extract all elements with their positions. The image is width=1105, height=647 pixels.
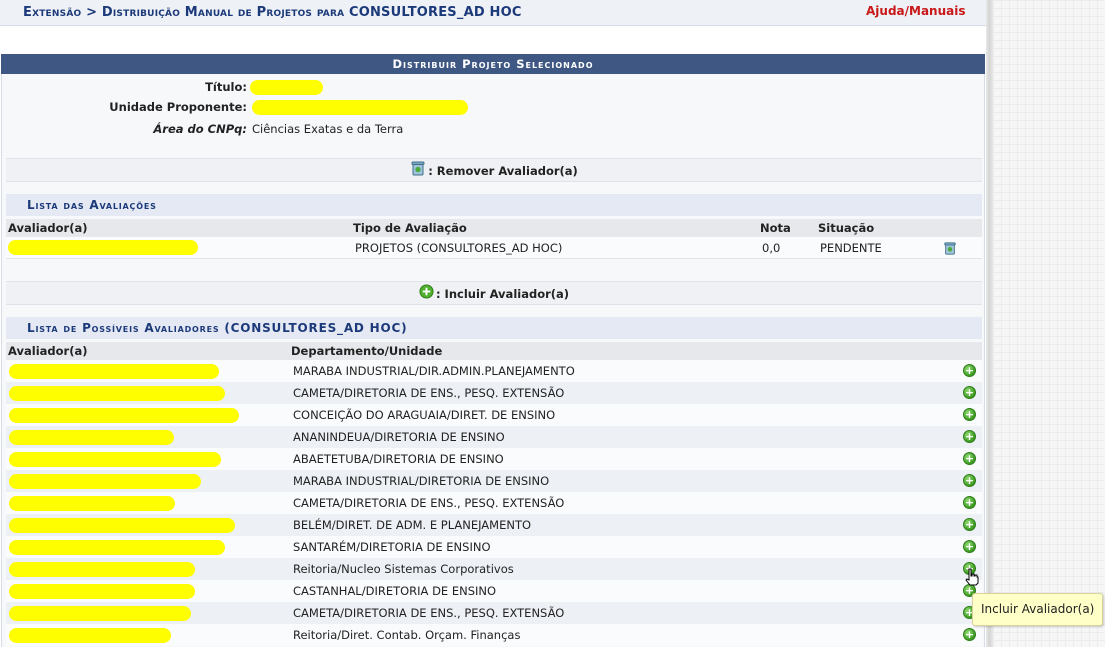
add-evaluator-icon[interactable]: + [963,408,976,421]
add-evaluator-icon[interactable]: + [963,518,976,531]
area-value: Ciências Exatas e da Terra [252,122,404,136]
candidate-row: Reitoria/Nucleo Sistemas Corporativos+ [6,558,982,580]
remove-evaluator-bar: : Remover Avaliador(a) [6,158,982,182]
col-tipo: Tipo de Avaliação [353,221,467,235]
include-evaluator-bar: : Incluir Avaliador(a) [6,281,982,305]
candidates-header: Avaliador(a) Departamento/Unidade [6,342,982,360]
frame-divider[interactable] [986,0,993,647]
col-avaliador: Avaliador(a) [8,221,88,235]
candidate-name-redacted [9,452,221,467]
candidate-name-redacted [9,628,171,643]
add-evaluator-icon[interactable]: + [963,474,976,487]
candidate-department: Reitoria/Nucleo Sistemas Corporativos [293,562,514,576]
candidate-department: Reitoria/Diret. Contab. Orçam. Finanças [293,628,521,642]
add-evaluator-icon[interactable]: + [963,386,976,399]
plus-circle-icon[interactable] [419,283,434,307]
top-bar: Extensão > Distribuição Manual de Projet… [0,0,986,26]
eval-situacao: PENDENTE [820,241,882,255]
candidate-department: MARABA INDUSTRIAL/DIR.ADMIN.PLANEJAMENTO [293,364,575,378]
background-pane [993,0,1105,647]
add-evaluator-icon[interactable]: + [963,364,976,377]
candidate-name-redacted [9,562,195,577]
candidate-row: CASTANHAL/DIRETORIA DE ENSINO + [6,580,982,602]
candidate-row: CONCEIÇÃO DO ARAGUAIA/DIRET. DE ENSINO + [6,404,982,426]
candidate-department: CASTANHAL/DIRETORIA DE ENSINO [293,584,497,598]
help-link[interactable]: Ajuda/Manuais [866,4,966,18]
candidates-title: Lista de Possíveis Avaliadores (CONSULTO… [6,317,982,339]
candidate-department: CAMETA/DIRETORIA DE ENS., PESQ. EXTENSÃO [293,606,565,620]
remove-evaluator-label: : Remover Avaliador(a) [428,164,578,178]
add-evaluator-icon[interactable]: + [963,496,976,509]
main-content: Extensão > Distribuição Manual de Projet… [0,0,986,647]
unidade-label: Unidade Proponente: [109,100,247,114]
candidate-department: BELÉM/DIRET. DE ADM. E PLANEJAMENTO [293,518,532,532]
candidate-row: CAMETA/DIRETORIA DE ENS., PESQ. EXTENSÃO… [6,492,982,514]
candidate-department: CAMETA/DIRETORIA DE ENS., PESQ. EXTENSÃO [293,496,565,510]
candidate-row: CAMETA/DIRETORIA DE ENS., PESQ. EXTENSÃO… [6,382,982,404]
candidate-name-redacted [9,518,235,533]
evaluation-row: PROJETOS (CONSULTORES_AD HOC) 0,0 PENDEN… [6,237,982,259]
form-body: Título: Unidade Proponente: Área do CNPq… [1,74,985,647]
evaluations-title: Lista das Avaliações [6,194,982,216]
area-label: Área do CNPq: [153,122,247,136]
add-evaluator-icon[interactable]: + [963,628,976,641]
candidate-row: ANANINDEUA/DIRETORIA DE ENSINO + [6,426,982,448]
candidate-row: BELÉM/DIRET. DE ADM. E PLANEJAMENTO + [6,514,982,536]
candidate-row: MARABA INDUSTRIAL/DIRETORIA DE ENSINO + [6,470,982,492]
page-title: Extensão > Distribuição Manual de Projet… [23,5,522,20]
candidate-department: ABAETETUBA/DIRETORIA DE ENSINO [293,452,504,466]
evaluations-header: Avaliador(a) Tipo de Avaliação Nota Situ… [6,219,982,237]
candidate-row: ABAETETUBA/DIRETORIA DE ENSINO + [6,448,982,470]
titulo-label: Título: [205,80,247,94]
candidate-department: SANTARÉM/DIRETORIA DE ENSINO [293,540,491,554]
candidate-name-redacted [9,606,191,621]
candidate-department: MARABA INDUSTRIAL/DIRETORIA DE ENSINO [293,474,550,488]
candidate-department: ANANINDEUA/DIRETORIA DE ENSINO [293,430,505,444]
include-evaluator-label: : Incluir Avaliador(a) [435,287,570,301]
add-evaluator-icon[interactable]: + [963,452,976,465]
candidate-department: CAMETA/DIRETORIA DE ENS., PESQ. EXTENSÃO [293,386,565,400]
candidate-name-redacted [9,584,195,599]
candidate-row: MARABA INDUSTRIAL/DIR.ADMIN.PLANEJAMENTO… [6,360,982,382]
candidate-name-redacted [9,386,225,401]
candidate-row: SANTARÉM/DIRETORIA DE ENSINO + [6,536,982,558]
candidate-row: Reitoria/Diret. Contab. Orçam. Finanças + [6,624,982,646]
candidate-name-redacted [9,540,225,555]
form-title: Distribuir Projeto Selecionado [1,54,985,74]
unidade-value-redacted [252,100,468,115]
candidate-name-redacted [9,474,201,489]
candidate-row: CAMETA/DIRETORIA DE ENS., PESQ. EXTENSÃO… [6,602,982,624]
col-situacao: Situação [818,221,875,235]
eval-nota: 0,0 [762,241,781,255]
remove-evaluator-icon[interactable] [943,241,957,255]
col-departamento: Departamento/Unidade [291,344,443,358]
add-evaluator-icon[interactable]: + [963,540,976,553]
hand-pointer-icon [965,568,979,586]
candidate-department: CONCEIÇÃO DO ARAGUAIA/DIRET. DE ENSINO [293,408,556,422]
candidate-name-redacted [9,408,239,423]
evaluator-name-redacted [8,240,198,255]
trash-icon[interactable] [410,160,426,184]
col-avaliador: Avaliador(a) [8,344,88,358]
col-nota: Nota [760,221,791,235]
candidate-name-redacted [9,430,174,445]
candidate-name-redacted [9,496,175,511]
eval-tipo: PROJETOS (CONSULTORES_AD HOC) [355,241,563,255]
add-evaluator-icon[interactable]: + [963,430,976,443]
tooltip: Incluir Avaliador(a) [972,593,1103,626]
titulo-value-redacted [250,80,323,95]
candidate-name-redacted [9,364,219,379]
